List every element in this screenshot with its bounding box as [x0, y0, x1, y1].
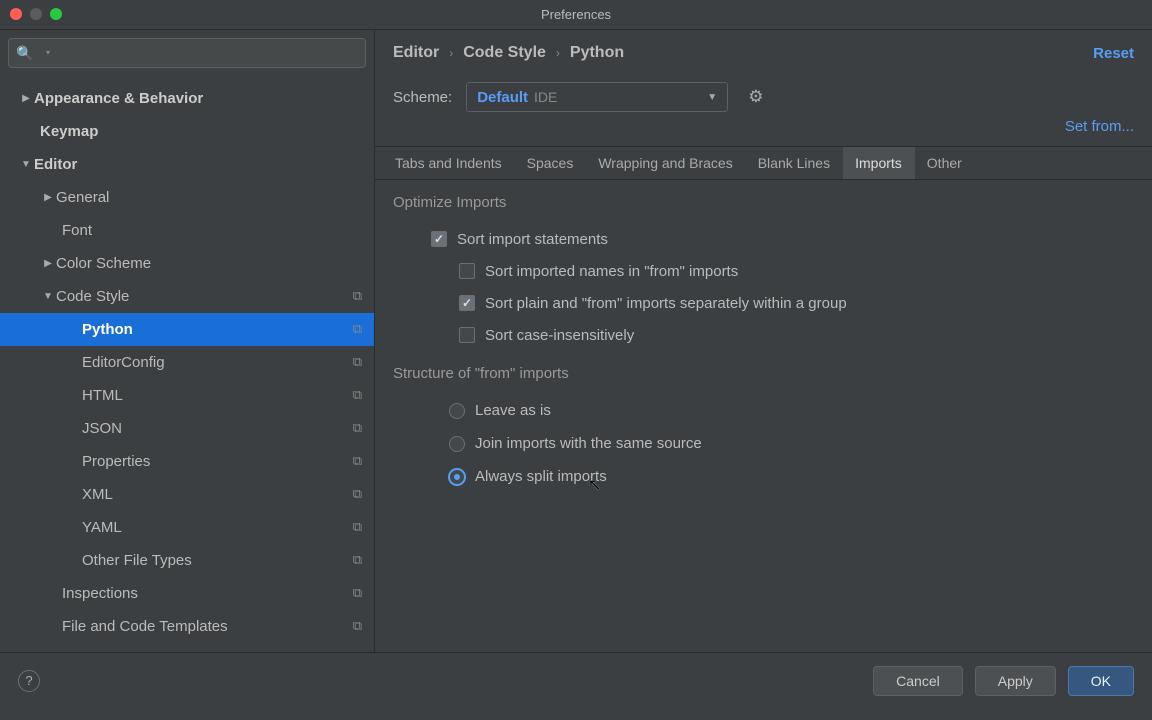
scheme-override-icon: ⧉ [353, 486, 362, 502]
tree-item-xml[interactable]: XML⧉ [0, 478, 374, 511]
option-sort-imported-names[interactable]: Sort imported names in "from" imports [393, 255, 1134, 287]
chevron-down-icon: ▼ [40, 291, 56, 302]
search-icon: 🔍 [16, 45, 33, 62]
sidebar: 🔍 ▾ ▶Appearance & Behavior Keymap ▼Edito… [0, 30, 375, 652]
footer: ? Cancel Apply OK [0, 652, 1152, 708]
tree-item-json[interactable]: JSON⧉ [0, 412, 374, 445]
checkbox-icon[interactable] [459, 263, 475, 279]
tree-item-appearance[interactable]: ▶Appearance & Behavior [0, 82, 374, 115]
tab-tabs-indents[interactable]: Tabs and Indents [383, 147, 515, 179]
chevron-right-icon: › [449, 46, 453, 60]
tree-item-python[interactable]: Python⧉ [0, 313, 374, 346]
radio-icon[interactable] [449, 403, 465, 419]
option-sort-case-insensitive[interactable]: Sort case-insensitively [393, 319, 1134, 351]
scheme-tag: IDE [534, 89, 557, 105]
tree-item-html[interactable]: HTML⧉ [0, 379, 374, 412]
option-sort-plain-and-from[interactable]: Sort plain and "from" imports separately… [393, 287, 1134, 319]
window-title: Preferences [541, 7, 611, 22]
tree-item-properties[interactable]: Properties⧉ [0, 445, 374, 478]
option-sort-import-statements[interactable]: Sort import statements [393, 223, 1134, 255]
checkbox-icon[interactable] [431, 231, 447, 247]
tree-item-editor[interactable]: ▼Editor [0, 148, 374, 181]
chevron-down-icon: ▼ [707, 92, 717, 103]
chevron-right-icon: ▶ [18, 93, 34, 104]
tree-item-color-scheme[interactable]: ▶Color Scheme [0, 247, 374, 280]
window-controls [10, 8, 62, 20]
breadcrumb-item[interactable]: Editor [393, 44, 439, 62]
option-leave-as-is[interactable]: Leave as is [393, 394, 1134, 427]
scheme-override-icon: ⧉ [353, 453, 362, 469]
scheme-label: Scheme: [393, 89, 452, 106]
chevron-down-icon[interactable]: ▾ [46, 48, 50, 57]
main-panel: Editor › Code Style › Python Reset Schem… [375, 30, 1152, 652]
checkbox-icon[interactable] [459, 327, 475, 343]
minimize-window-button[interactable] [30, 8, 42, 20]
breadcrumb-item: Python [570, 44, 624, 62]
tree-item-editorconfig[interactable]: EditorConfig⧉ [0, 346, 374, 379]
search-input[interactable] [8, 38, 366, 68]
radio-icon[interactable] [449, 469, 465, 485]
ok-button[interactable]: OK [1068, 666, 1134, 696]
scheme-override-icon: ⧉ [353, 288, 362, 304]
tree-item-general[interactable]: ▶General [0, 181, 374, 214]
section-optimize-imports: Optimize Imports [393, 194, 1134, 211]
option-join-same-source[interactable]: Join imports with the same source [393, 427, 1134, 460]
tab-bar: Tabs and Indents Spaces Wrapping and Bra… [375, 146, 1152, 180]
tab-wrapping[interactable]: Wrapping and Braces [586, 147, 745, 179]
tab-imports[interactable]: Imports [843, 147, 915, 179]
scheme-override-icon: ⧉ [353, 519, 362, 535]
radio-icon[interactable] [449, 436, 465, 452]
titlebar[interactable]: Preferences [0, 0, 1152, 30]
tree-item-file-code-templates[interactable]: File and Code Templates⧉ [0, 610, 374, 643]
set-from-link[interactable]: Set from... [1065, 118, 1134, 146]
scheme-override-icon: ⧉ [353, 321, 362, 337]
help-button[interactable]: ? [18, 670, 40, 692]
checkbox-icon[interactable] [459, 295, 475, 311]
zoom-window-button[interactable] [50, 8, 62, 20]
tab-blank-lines[interactable]: Blank Lines [746, 147, 843, 179]
scheme-override-icon: ⧉ [353, 354, 362, 370]
tab-spaces[interactable]: Spaces [515, 147, 587, 179]
gear-icon[interactable]: ⚙ [748, 87, 763, 107]
scheme-override-icon: ⧉ [353, 552, 362, 568]
reset-link[interactable]: Reset [1093, 45, 1134, 62]
scheme-override-icon: ⧉ [353, 618, 362, 634]
search-box: 🔍 ▾ [8, 38, 366, 68]
chevron-right-icon: ▶ [40, 258, 56, 269]
scheme-override-icon: ⧉ [353, 420, 362, 436]
tree-item-inspections[interactable]: Inspections⧉ [0, 577, 374, 610]
chevron-down-icon: ▼ [18, 159, 34, 170]
scheme-select[interactable]: Default IDE ▼ [466, 82, 728, 112]
tree-item-keymap[interactable]: Keymap [0, 115, 374, 148]
tab-content: Optimize Imports Sort import statements … [375, 180, 1152, 652]
tree-item-yaml[interactable]: YAML⧉ [0, 511, 374, 544]
breadcrumb-item[interactable]: Code Style [463, 44, 546, 62]
tree-item-font[interactable]: Font [0, 214, 374, 247]
tab-other[interactable]: Other [915, 147, 975, 179]
option-always-split[interactable]: Always split imports [393, 460, 1134, 493]
apply-button[interactable]: Apply [975, 666, 1056, 696]
close-window-button[interactable] [10, 8, 22, 20]
section-structure-from-imports: Structure of "from" imports [393, 365, 1134, 382]
tree-item-code-style[interactable]: ▼Code Style⧉ [0, 280, 374, 313]
cancel-button[interactable]: Cancel [873, 666, 963, 696]
tree-item-other-file-types[interactable]: Other File Types⧉ [0, 544, 374, 577]
settings-tree: ▶Appearance & Behavior Keymap ▼Editor ▶G… [0, 76, 374, 652]
chevron-right-icon: ▶ [40, 192, 56, 203]
scheme-override-icon: ⧉ [353, 585, 362, 601]
chevron-right-icon: › [556, 46, 560, 60]
breadcrumb: Editor › Code Style › Python Reset [375, 30, 1152, 76]
scheme-value: Default [477, 89, 528, 106]
scheme-override-icon: ⧉ [353, 387, 362, 403]
